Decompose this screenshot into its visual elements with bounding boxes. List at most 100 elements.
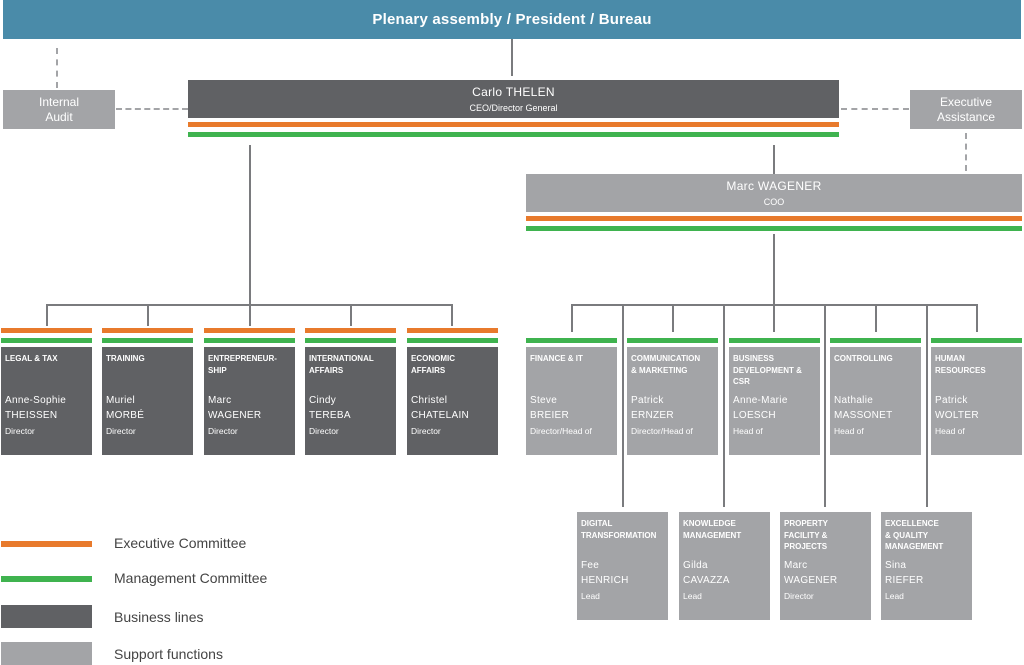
legend-executive-committee-swatch: [1, 541, 92, 547]
ceo-role: CEO/Director General: [469, 103, 558, 113]
card-first-name: Anne-Marie: [733, 395, 788, 406]
connector-ceo-assistance-dashed: [841, 108, 909, 110]
card-title: HUMAN RESOURCES: [935, 354, 986, 375]
card-first-name: Christel: [411, 395, 448, 406]
ceo-name: Carlo THELEN: [472, 85, 555, 99]
card-first-name: Fee: [581, 560, 600, 571]
international-affairs-executive-stripe: [305, 328, 396, 333]
connector-header-ceo: [511, 39, 513, 76]
business-line-card-economic-affairs: ECONOMIC AFFAIRS Christel CHATELAIN Dire…: [407, 347, 498, 455]
connector-audit-ceo-dashed: [116, 108, 188, 110]
card-position: Director: [106, 426, 136, 436]
ceo-management-stripe: [188, 132, 839, 137]
card-title: TRAINING: [106, 354, 145, 363]
connector-international-affairs: [350, 304, 352, 326]
connector-ceo-coo: [773, 145, 775, 174]
card-title: ECONOMIC AFFAIRS: [411, 354, 455, 375]
business-line-card-legal-tax: LEGAL & TAX Anne-Sophie THEISSEN Directo…: [1, 347, 92, 455]
card-title: EXCELLENCE & QUALITY MANAGEMENT: [885, 519, 944, 551]
card-title: LEGAL & TAX: [5, 354, 58, 363]
card-first-name: Patrick: [935, 395, 968, 406]
card-title: FINANCE & IT: [530, 354, 583, 363]
sub-unit-card-excellence-quality: EXCELLENCE & QUALITY MANAGEMENT Sina RIE…: [881, 512, 972, 620]
legend-support-functions-label: Support functions: [114, 646, 223, 662]
sub-unit-card-property-facility-projects: PROPERTY FACILITY & PROJECTS Marc WAGENE…: [780, 512, 871, 620]
connector-excellence-quality: [926, 304, 928, 507]
card-title: DIGITAL TRANSFORMATION: [581, 519, 657, 540]
business-line-card-international-affairs: INTERNATIONAL AFFAIRS Cindy TEREBA Direc…: [305, 347, 396, 455]
card-position: Lead: [581, 591, 600, 601]
connector-communication: [672, 304, 674, 332]
economic-affairs-executive-stripe: [407, 328, 498, 333]
communication-management-stripe: [627, 338, 718, 343]
plenary-assembly-header: Plenary assembly / President / Bureau: [3, 0, 1021, 39]
executive-assistance-line2: Assistance: [936, 109, 996, 124]
ceo-executive-stripe: [188, 122, 839, 127]
connector-ceo-business-lines: [249, 145, 251, 305]
card-position: Lead: [683, 591, 702, 601]
card-last-name: MORBÉ: [106, 410, 145, 421]
legend-executive-committee-label: Executive Committee: [114, 535, 247, 551]
card-position: Director/Head of: [631, 426, 693, 436]
connector-knowledge-management: [723, 304, 725, 507]
legal-tax-management-stripe: [1, 338, 92, 343]
human-resources-management-stripe: [931, 338, 1022, 343]
internal-audit-line1: Internal: [38, 94, 80, 109]
card-position: Head of: [935, 426, 965, 436]
support-card-human-resources: HUMAN RESOURCES Patrick WOLTER Head of: [931, 347, 1022, 455]
card-title: COMMUNICATION & MARKETING: [631, 354, 701, 375]
support-card-finance-it: FINANCE & IT Steve BREIER Director/Head …: [526, 347, 617, 455]
connector-controlling: [875, 304, 877, 332]
coo-name: Marc WAGENER: [726, 179, 822, 193]
connector-finance-it: [571, 304, 573, 332]
card-last-name: WOLTER: [935, 410, 979, 421]
executive-assistance-box: Executive Assistance: [910, 90, 1022, 129]
card-first-name: Patrick: [631, 395, 664, 406]
business-line-card-training: TRAINING Muriel MORBÉ Director: [102, 347, 193, 455]
card-last-name: ERNZER: [631, 410, 674, 421]
training-management-stripe: [102, 338, 193, 343]
card-title: INTERNATIONAL AFFAIRS: [309, 354, 374, 375]
card-position: Head of: [733, 426, 763, 436]
card-first-name: Marc: [208, 395, 232, 406]
card-title: PROPERTY FACILITY & PROJECTS: [784, 519, 829, 551]
connector-business-development: [773, 304, 775, 332]
coo-executive-stripe: [526, 216, 1022, 221]
card-last-name: BREIER: [530, 410, 570, 421]
sub-unit-card-digital-transformation: DIGITAL TRANSFORMATION Fee HENRICH Lead: [577, 512, 668, 620]
card-last-name: WAGENER: [784, 575, 838, 586]
entrepreneurship-executive-stripe: [204, 328, 295, 333]
coo-role: COO: [763, 197, 785, 207]
connector-assistance-coo-dashed: [965, 133, 967, 171]
economic-affairs-management-stripe: [407, 338, 498, 343]
connector-training: [147, 304, 149, 326]
card-title: KNOWLEDGE MANAGEMENT: [683, 519, 742, 540]
card-position: Director: [309, 426, 339, 436]
card-first-name: Nathalie: [834, 395, 874, 406]
connector-digital-transformation: [622, 304, 624, 507]
connector-property-facility: [824, 304, 826, 507]
card-title: CONTROLLING: [834, 354, 893, 363]
card-first-name: Anne-Sophie: [5, 395, 67, 406]
card-first-name: Muriel: [106, 395, 136, 406]
connector-legal-tax: [46, 304, 48, 326]
card-last-name: CHATELAIN: [411, 410, 470, 421]
card-title: ENTREPRENEUR- SHIP: [208, 354, 277, 375]
controlling-management-stripe: [830, 338, 921, 343]
connector-audit-dashed: [56, 48, 58, 88]
business-line-card-entrepreneurship: ENTREPRENEUR- SHIP Marc WAGENER Director: [204, 347, 295, 455]
internal-audit-box: Internal Audit: [3, 90, 115, 129]
legal-tax-executive-stripe: [1, 328, 92, 333]
card-first-name: Steve: [530, 395, 558, 406]
card-position: Director/Head of: [530, 426, 592, 436]
business-development-management-stripe: [729, 338, 820, 343]
ceo-box: Carlo THELEN CEO/Director General: [188, 80, 839, 118]
support-card-communication-marketing: COMMUNICATION & MARKETING Patrick ERNZER…: [627, 347, 718, 455]
card-position: Director: [5, 426, 35, 436]
support-card-controlling: CONTROLLING Nathalie MASSONET Head of: [830, 347, 921, 455]
card-last-name: HENRICH: [581, 575, 629, 586]
card-position: Director: [208, 426, 238, 436]
executive-assistance-line1: Executive: [939, 94, 993, 109]
card-last-name: MASSONET: [834, 410, 893, 421]
card-position: Director: [784, 591, 814, 601]
